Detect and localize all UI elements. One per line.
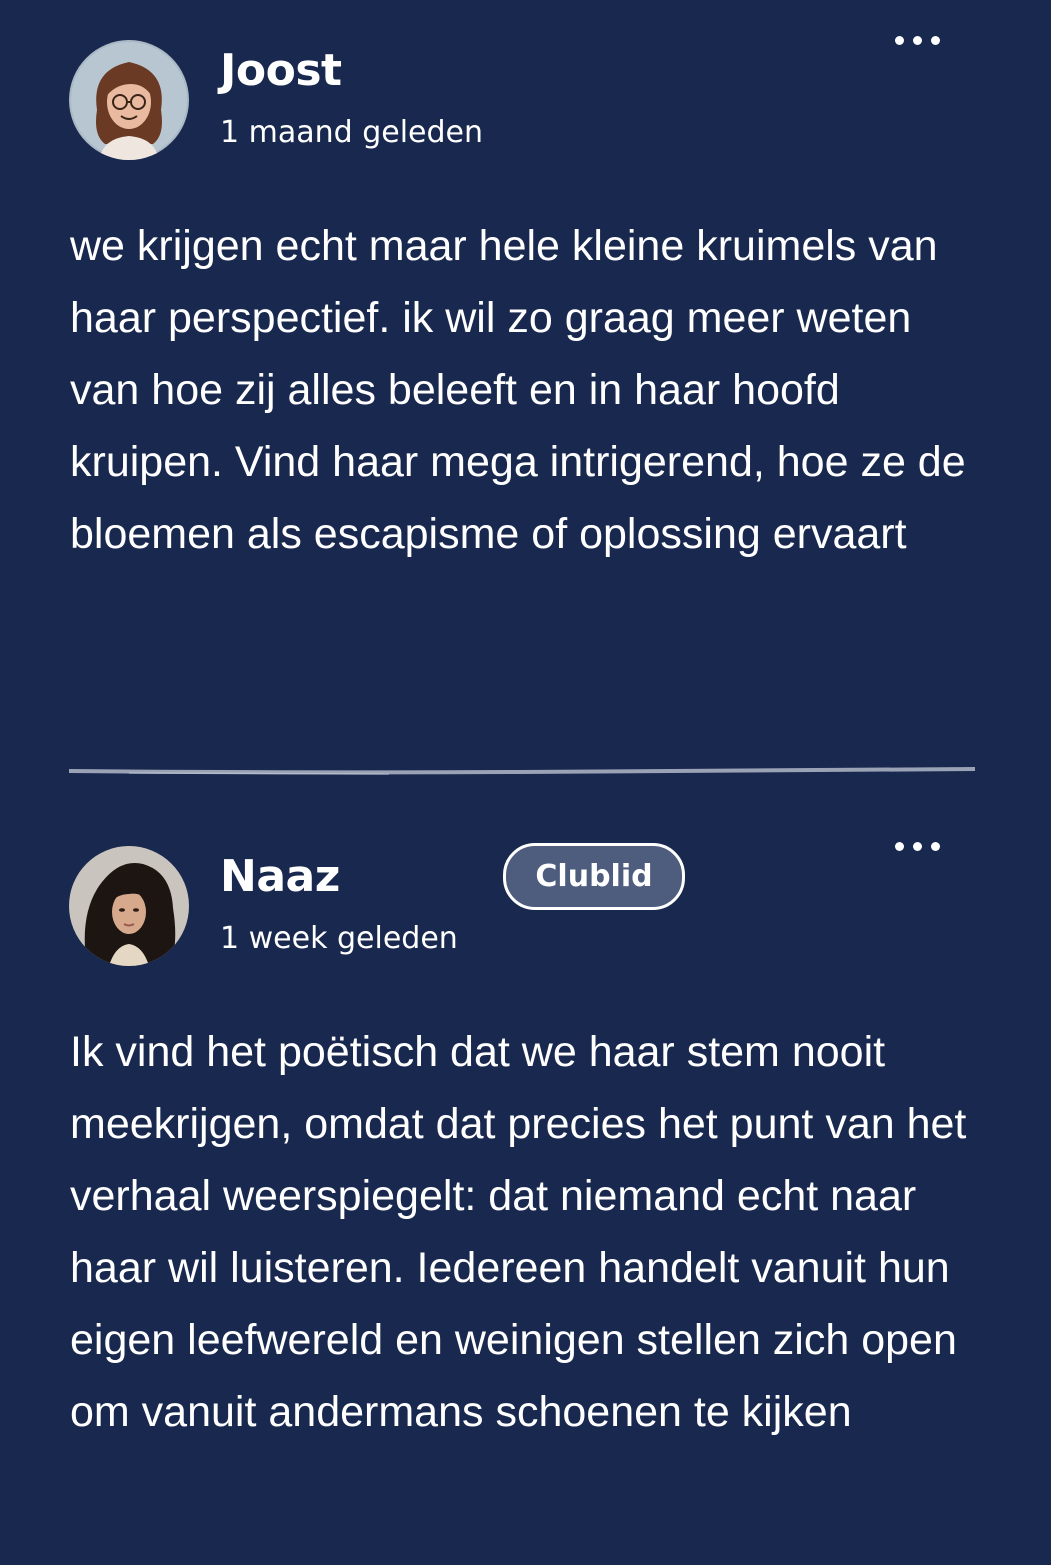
author-name[interactable]: Joost bbox=[220, 49, 342, 93]
comment-timestamp: 1 week geleden bbox=[220, 921, 458, 956]
more-options-button[interactable] bbox=[895, 30, 955, 50]
more-dots-icon bbox=[913, 841, 922, 851]
more-dots-icon bbox=[931, 35, 940, 45]
more-dots-icon bbox=[895, 841, 904, 851]
comment-timestamp: 1 maand geleden bbox=[220, 115, 484, 150]
comment-divider bbox=[69, 767, 975, 775]
cartoon-avatar-icon bbox=[69, 40, 189, 160]
comment-text: we krijgen echt maar hele kleine kruimel… bbox=[70, 222, 966, 558]
comment-text: Ik vind het poëtisch dat we haar stem no… bbox=[70, 1028, 967, 1436]
more-dots-icon bbox=[895, 35, 904, 45]
member-badge: Clublid bbox=[503, 843, 685, 910]
more-options-button[interactable] bbox=[895, 836, 955, 856]
avatar[interactable] bbox=[69, 846, 189, 966]
author-name[interactable]: Naaz bbox=[220, 855, 340, 899]
more-dots-icon bbox=[913, 35, 922, 45]
avatar[interactable] bbox=[69, 40, 189, 160]
more-dots-icon bbox=[931, 841, 940, 851]
photo-avatar-icon bbox=[69, 846, 189, 966]
